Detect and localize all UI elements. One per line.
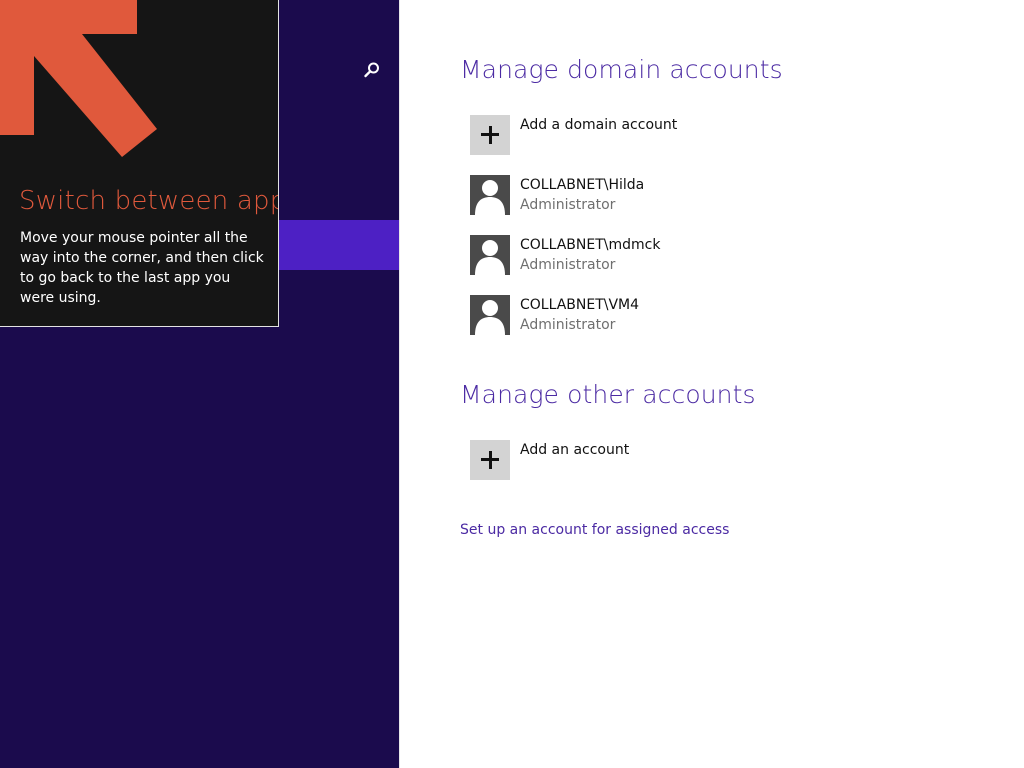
- other-accounts-heading: Manage other accounts: [460, 380, 756, 409]
- account-row-mdmck[interactable]: COLLABNET\mdmck Administrator: [470, 235, 990, 275]
- tip-body: Move your mouse pointer all the way into…: [20, 230, 264, 306]
- account-role: Administrator: [520, 257, 616, 273]
- plus-icon: [470, 440, 510, 480]
- add-domain-account-button[interactable]: Add a domain account: [470, 115, 990, 155]
- account-role: Administrator: [520, 197, 616, 213]
- domain-accounts-heading: Manage domain accounts: [460, 55, 783, 84]
- switch-apps-tip: Switch between apps Move your mouse poin…: [0, 0, 279, 327]
- pane-divider: [399, 0, 400, 768]
- add-domain-account-label: Add a domain account: [520, 117, 678, 133]
- account-name: COLLABNET\VM4: [520, 297, 640, 313]
- tip-title: Switch between apps: [19, 186, 279, 216]
- account-name: COLLABNET\Hilda: [520, 177, 645, 193]
- arrow-up-left-icon: [0, 0, 157, 157]
- user-avatar-icon: [470, 295, 510, 335]
- account-row-vm4[interactable]: COLLABNET\VM4 Administrator: [470, 295, 990, 335]
- add-account-button[interactable]: Add an account: [470, 440, 990, 480]
- user-avatar-icon: [470, 235, 510, 275]
- assigned-access-link[interactable]: Set up an account for assigned access: [460, 522, 729, 538]
- user-avatar-icon: [470, 175, 510, 215]
- add-account-label: Add an account: [520, 442, 630, 458]
- accounts-main: Manage domain accounts Add a domain acco…: [460, 0, 1000, 768]
- account-role: Administrator: [520, 317, 616, 333]
- account-name: COLLABNET\mdmck: [520, 237, 661, 253]
- account-row-hilda[interactable]: COLLABNET\Hilda Administrator: [470, 175, 990, 215]
- plus-icon: [470, 115, 510, 155]
- search-icon[interactable]: [362, 60, 382, 80]
